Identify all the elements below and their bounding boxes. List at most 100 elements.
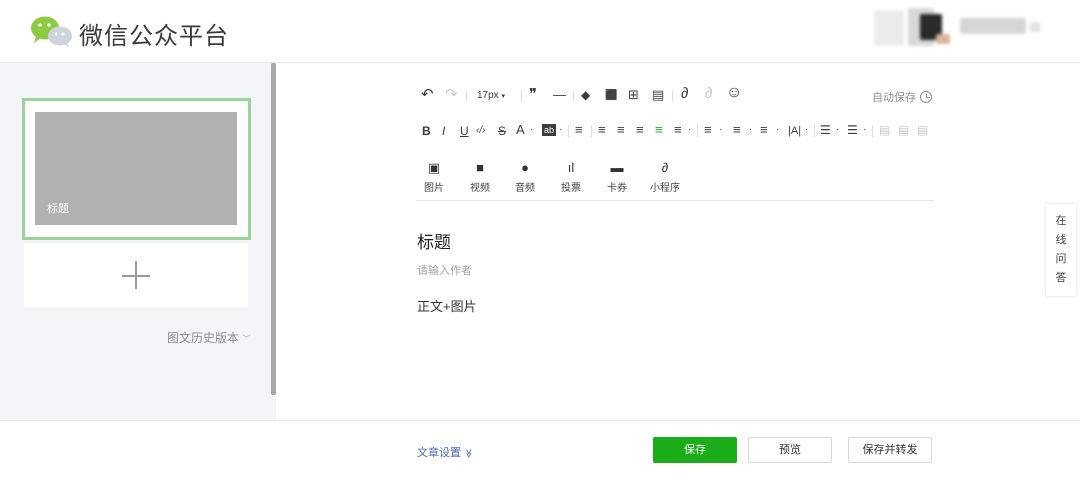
code-icon[interactable]: ‹/› xyxy=(476,124,485,138)
chevron-down-icon: ﹀ xyxy=(242,334,252,344)
online-qa-tab[interactable]: 在 线 问 答 xyxy=(1046,204,1076,296)
insert-image-button[interactable]: ▣ 图片 xyxy=(414,160,454,194)
dropdown-dot-icon[interactable]: · xyxy=(805,123,808,137)
undo-icon[interactable]: ↶ xyxy=(421,87,434,102)
toolbar-separator xyxy=(573,90,574,102)
format-brush-icon[interactable]: ⬛ xyxy=(605,89,617,103)
toolbar-separator xyxy=(672,90,673,102)
bullet-list-icon[interactable]: ☰ xyxy=(820,123,831,137)
preview-button[interactable]: 预览 xyxy=(748,437,832,463)
article-body-editor[interactable]: 正文+图片 xyxy=(417,296,477,315)
insert-audio-button[interactable]: ● 音频 xyxy=(505,160,545,194)
history-label: 图文历史版本 xyxy=(167,331,240,345)
toolbar-separator xyxy=(521,90,522,102)
strikethrough-icon[interactable]: S xyxy=(498,124,506,138)
video-icon: ■ xyxy=(476,160,484,175)
toolbar-separator xyxy=(591,125,592,137)
double-chevron-down-icon: ≫ xyxy=(464,448,475,459)
miniprogram-icon: ∂ xyxy=(661,160,669,175)
account-avatar[interactable] xyxy=(874,8,1044,48)
line-height-after-icon[interactable]: ≡ xyxy=(733,123,741,137)
blockquote-icon[interactable]: ❞ xyxy=(529,87,537,102)
side-tab-char: 线 xyxy=(1055,234,1067,246)
dropdown-dot-icon[interactable]: · xyxy=(688,123,691,137)
article-settings-toggle[interactable]: 文章设置 ≫ xyxy=(417,444,475,460)
save-button[interactable]: 保存 xyxy=(653,437,737,463)
dropdown-dot-icon[interactable]: · xyxy=(530,123,533,137)
unlink-icon[interactable]: ∂ xyxy=(705,86,712,101)
media-label: 投票 xyxy=(561,183,581,194)
align-left-icon[interactable]: ≡ xyxy=(598,123,606,137)
align-right-icon[interactable]: ≡ xyxy=(636,123,644,137)
article-cover-thumbnail: 标题 xyxy=(35,112,237,225)
save-and-forward-button[interactable]: 保存并转发 xyxy=(848,437,932,463)
background-color-icon[interactable]: ab xyxy=(542,124,557,136)
paragraph-spacing-icon[interactable]: ≡ xyxy=(674,123,682,137)
letter-spacing-icon[interactable]: |A| xyxy=(788,124,801,138)
media-label: 卡券 xyxy=(607,183,627,194)
redo-icon[interactable]: ↷ xyxy=(445,87,458,102)
horizontal-rule-icon[interactable]: — xyxy=(553,88,566,102)
dropdown-dot-icon[interactable]: · xyxy=(776,123,779,137)
toolbar-separator xyxy=(814,125,815,137)
media-label: 音频 xyxy=(515,183,535,194)
toolbar-separator xyxy=(872,125,873,137)
article-title-input[interactable]: 标题 xyxy=(417,228,451,253)
plus-icon-vertical xyxy=(135,261,137,289)
link-icon[interactable]: ∂ xyxy=(681,86,688,101)
left-panel-scrollbar[interactable] xyxy=(271,63,276,395)
line-spacing-icon[interactable]: ≡ xyxy=(760,123,768,137)
add-article-button[interactable] xyxy=(24,243,248,307)
emoji-icon[interactable]: ☺ xyxy=(726,85,742,101)
side-tab-char: 在 xyxy=(1055,215,1067,227)
top-header: 微信公众平台 xyxy=(0,0,1080,63)
insert-video-button[interactable]: ■ 视频 xyxy=(460,160,500,194)
ordered-list-icon[interactable]: ☰ xyxy=(847,123,858,137)
side-tab-char: 答 xyxy=(1055,272,1067,284)
float-left-icon[interactable]: ▤ xyxy=(879,123,890,137)
article-card-selected[interactable]: 标题 xyxy=(22,98,251,240)
autosave-label: 自动保存 xyxy=(872,92,916,104)
insert-miniprogram-button[interactable]: ∂ 小程序 xyxy=(643,160,687,194)
bottom-action-bar: 文章设置 ≫ 保存 预览 保存并转发 xyxy=(0,420,1080,478)
line-height-before-icon[interactable]: ≡ xyxy=(704,123,712,137)
image-icon: ▣ xyxy=(427,160,441,175)
dropdown-dot-icon[interactable]: · xyxy=(719,123,722,137)
microphone-icon: ● xyxy=(521,160,529,175)
bold-icon[interactable]: B xyxy=(422,124,431,138)
insert-coupon-button[interactable]: ▬ 卡券 xyxy=(597,160,637,194)
bar-chart-icon: ıl xyxy=(567,160,575,175)
caret-down-icon: ▾ xyxy=(501,93,505,100)
save-template-icon[interactable]: ▤ xyxy=(652,88,664,102)
insert-vote-button[interactable]: ıl 投票 xyxy=(551,160,591,194)
side-tab-char: 问 xyxy=(1055,253,1067,265)
toolbar-separator xyxy=(466,90,467,102)
media-label: 小程序 xyxy=(650,183,680,194)
author-input[interactable]: 请输入作者 xyxy=(417,262,472,278)
font-size-value: 17px xyxy=(477,90,499,101)
indent-icon[interactable]: ≡ xyxy=(575,123,583,137)
dropdown-dot-icon[interactable]: · xyxy=(836,123,839,137)
align-center-icon[interactable]: ≡ xyxy=(617,123,625,137)
dropdown-dot-icon[interactable]: · xyxy=(749,123,752,137)
toolbar-divider xyxy=(416,200,934,201)
brand-title: 微信公众平台 xyxy=(79,23,229,50)
font-color-icon[interactable]: A xyxy=(516,123,525,137)
media-label: 视频 xyxy=(470,183,490,194)
align-justify-icon[interactable]: ≡ xyxy=(655,123,663,137)
article-card-title: 标题 xyxy=(47,203,69,215)
dropdown-dot-icon[interactable]: · xyxy=(559,123,562,137)
insert-template-icon[interactable]: ⊞ xyxy=(628,88,639,102)
float-center-icon[interactable]: ▤ xyxy=(898,123,909,137)
dropdown-dot-icon[interactable]: · xyxy=(863,123,866,137)
float-right-icon[interactable]: ▤ xyxy=(917,123,928,137)
clear-format-icon[interactable]: ◆ xyxy=(581,88,590,102)
article-history-link[interactable]: 图文历史版本 ﹀ xyxy=(167,329,251,346)
article-settings-label: 文章设置 xyxy=(417,447,461,459)
underline-icon[interactable]: U xyxy=(460,124,469,138)
autosave-status[interactable]: 自动保存 xyxy=(872,89,932,105)
italic-icon[interactable]: I xyxy=(442,124,445,138)
toolbar-separator xyxy=(697,125,698,137)
wechat-logo-icon[interactable] xyxy=(30,14,74,48)
font-size-select[interactable]: 17px ▾ xyxy=(477,89,505,104)
